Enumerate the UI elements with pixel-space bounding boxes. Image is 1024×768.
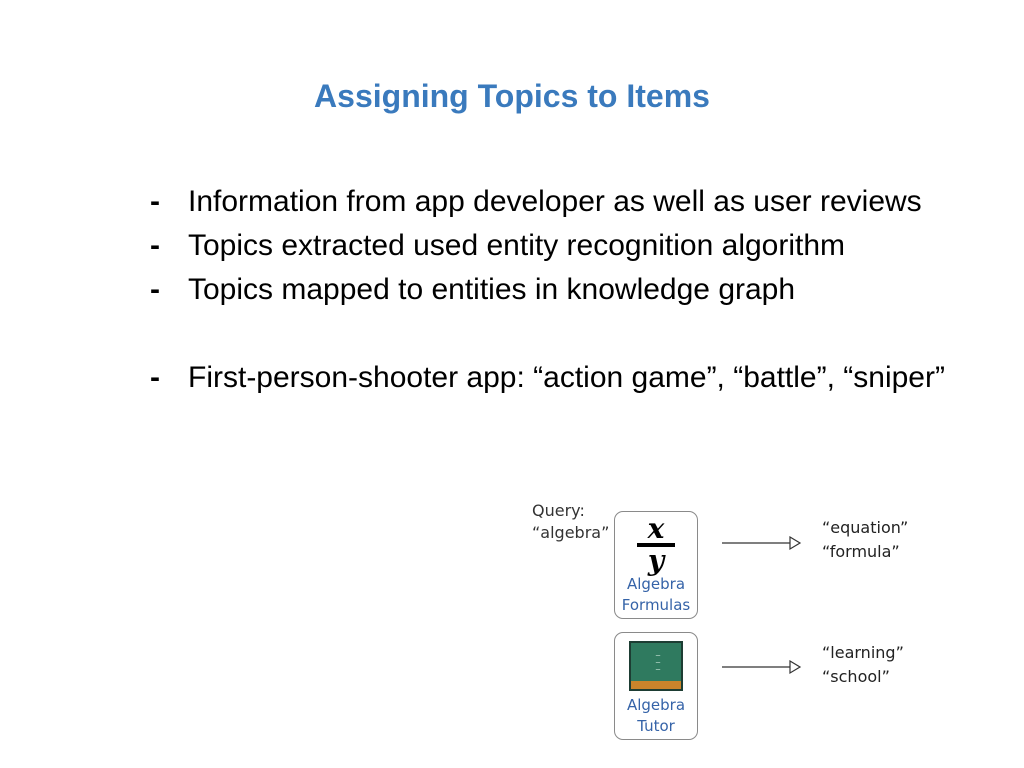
app-topic-figure: Query: “algebra” x y Algebra Formulas “e… — [528, 498, 928, 748]
app-name-line1: Algebra — [626, 696, 686, 714]
query-label-heading: Query: — [532, 501, 585, 520]
bullet-text: Topics extracted used entity recognition… — [188, 229, 846, 262]
topic-item: “school” — [822, 667, 890, 686]
arrow-icon — [722, 535, 802, 551]
chalkboard-ledge — [631, 681, 681, 689]
bullet-item: - Topics extracted used entity recogniti… — [150, 224, 950, 268]
topic-list: “learning” “school” — [822, 641, 904, 689]
bullet-list: - Information from app developer as well… — [150, 180, 950, 400]
arrow-icon — [722, 659, 802, 675]
app-name-line2: Formulas — [621, 596, 691, 614]
app-name-line2: Tutor — [637, 717, 675, 735]
app-name: Algebra Formulas — [615, 574, 697, 616]
chalk-marks: ─ ─ ─ — [655, 652, 661, 674]
slide-title: Assigning Topics to Items — [314, 78, 710, 114]
bullet-dash: - — [150, 273, 160, 306]
query-value: “algebra” — [532, 523, 610, 542]
topic-item: “equation” — [822, 518, 909, 537]
bullet-item: - Information from app developer as well… — [150, 180, 950, 224]
app-card-algebra-formulas: x y Algebra Formulas — [614, 511, 698, 619]
bullet-item: - Topics mapped to entities in knowledge… — [150, 268, 950, 312]
bullet-spacer — [150, 312, 950, 356]
fraction-numerator: x — [647, 512, 665, 545]
app-card-algebra-tutor: ─ ─ ─ Algebra Tutor — [614, 632, 698, 740]
app-name-line1: Algebra — [626, 575, 686, 593]
bullet-text: First-person-shooter app: “action game”,… — [188, 361, 945, 394]
fraction-x-over-y-icon: x y — [637, 512, 675, 577]
bullet-dash: - — [150, 185, 160, 218]
topic-list: “equation” “formula” — [822, 516, 908, 564]
chalkboard-icon: ─ ─ ─ — [629, 641, 683, 691]
topic-item: “formula” — [822, 542, 900, 561]
bullet-text: Information from app developer as well a… — [188, 185, 922, 218]
topic-item: “learning” — [822, 643, 904, 662]
bullet-dash: - — [150, 361, 160, 394]
query-label: Query: “algebra” — [532, 500, 609, 544]
bullet-item: - First-person-shooter app: “action game… — [150, 356, 950, 400]
bullet-text: Topics mapped to entities in knowledge g… — [188, 273, 796, 306]
fraction-denominator: y — [647, 544, 665, 577]
bullet-dash: - — [150, 229, 160, 262]
app-name: Algebra Tutor — [615, 695, 697, 737]
